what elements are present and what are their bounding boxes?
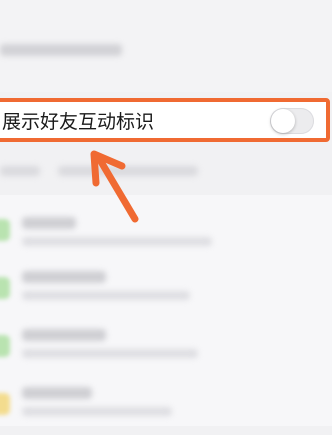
blurred-item-subtitle: [22, 237, 212, 246]
list-item[interactable]: [0, 205, 332, 261]
blurred-item-title: [22, 387, 92, 399]
app-icon: [0, 393, 10, 415]
app-icon: [0, 219, 10, 241]
blurred-item-title: [22, 329, 106, 341]
list-item[interactable]: [0, 263, 332, 319]
app-icon: [0, 277, 10, 299]
blurred-item-title: [22, 217, 76, 229]
blurred-list: [0, 195, 332, 426]
blurred-item-subtitle: [22, 291, 190, 300]
setting-description-row: [0, 0, 332, 92]
friend-interaction-badge-label: 展示好友互动标识: [2, 111, 155, 133]
toggle-knob: [271, 109, 295, 133]
friend-interaction-badge-setting-row[interactable]: 展示好友互动标识: [0, 98, 330, 142]
blurred-section-text: [58, 166, 198, 176]
section-header: [0, 150, 332, 190]
blurred-item-title: [22, 271, 106, 283]
friend-interaction-badge-toggle[interactable]: [270, 108, 314, 134]
blurred-setting-text: [0, 44, 122, 56]
blurred-item-subtitle: [22, 407, 172, 416]
app-icon: [0, 335, 10, 357]
blurred-item-subtitle: [22, 349, 198, 358]
blurred-section-text: [0, 166, 40, 176]
list-item[interactable]: [0, 321, 332, 377]
list-item[interactable]: [0, 379, 332, 435]
